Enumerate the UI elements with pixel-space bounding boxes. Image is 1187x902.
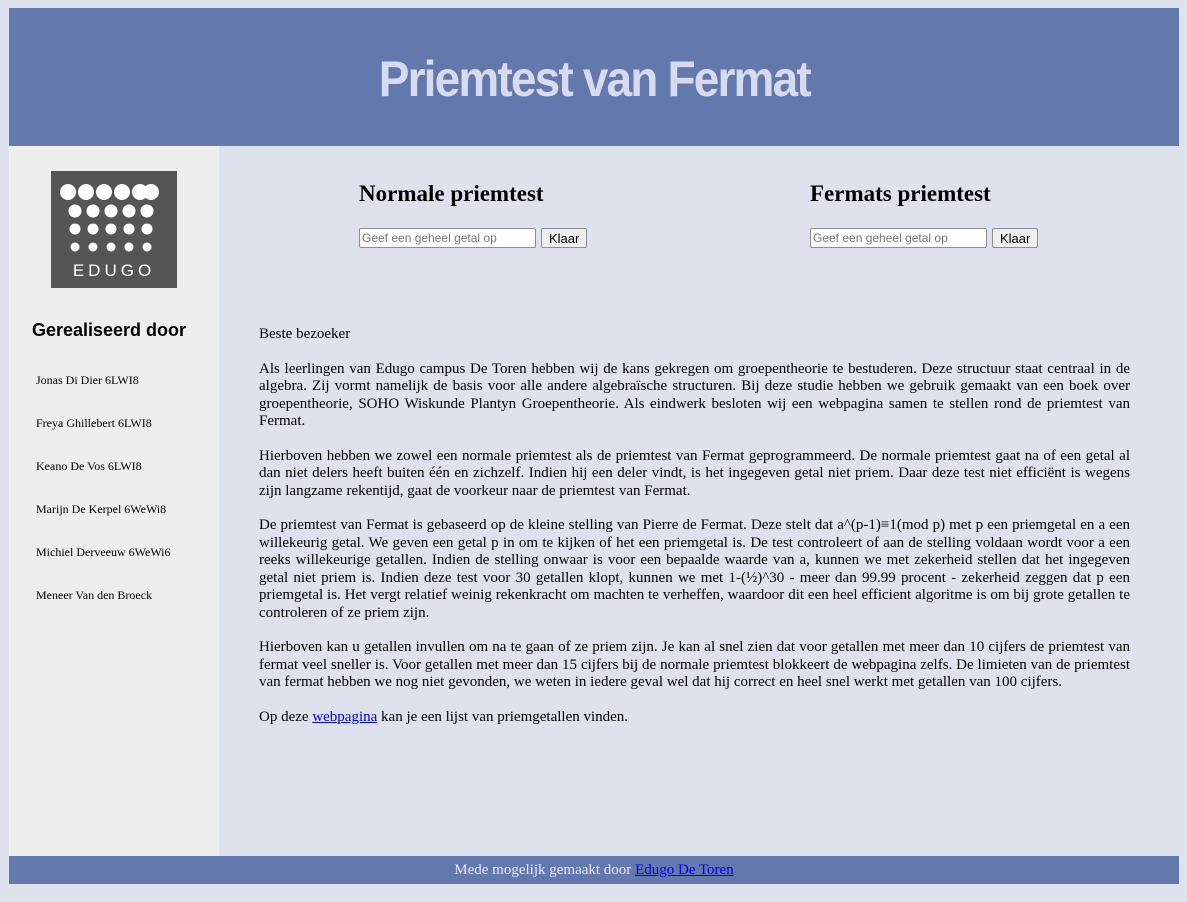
credit-item: Jonas Di Dier 6LWI8 xyxy=(36,373,139,387)
credit-item: Meneer Van den Broeck xyxy=(36,588,153,602)
normal-primetest-panel: Normale priemtest Klaar xyxy=(359,180,588,248)
edugo-logo: EDUGO xyxy=(51,171,177,288)
usage-paragraph: Hierboven kan u getallen invullen om na … xyxy=(259,639,1130,690)
normal-primetest-submit-button[interactable]: Klaar xyxy=(541,228,588,248)
header-banner: Priemtest van Fermat xyxy=(9,8,1179,146)
prime-list-text-after: kan je een lijst van priemgetallen vinde… xyxy=(377,708,629,725)
fermat-primetest-title: Fermats priemtest xyxy=(810,181,991,206)
fermat-explanation-paragraph: De priemtest van Fermat is gebaseerd op … xyxy=(259,517,1130,621)
footer: Mede mogelijk gemaakt door Edugo De Tore… xyxy=(9,856,1179,884)
credit-item: Freya Ghillebert 6LWI8 xyxy=(36,416,152,430)
logo-text: EDUGO xyxy=(73,261,155,280)
main-content: Beste bezoeker Als leerlingen van Edugo … xyxy=(259,326,1130,743)
tests-paragraph: Hierboven hebben we zowel een normale pr… xyxy=(259,447,1130,499)
edugo-logo-graphic: EDUGO xyxy=(60,184,159,280)
normal-primetest-title: Normale priemtest xyxy=(359,181,544,206)
fermat-primetest-input[interactable] xyxy=(810,228,987,248)
credit-item: Michiel Derveeuw 6WeWi6 xyxy=(36,545,171,559)
page-title: Priemtest van Fermat xyxy=(378,51,811,107)
intro-paragraph: Als leerlingen van Edugo campus De Toren… xyxy=(259,360,1130,430)
credit-item: Keano De Vos 6LWI8 xyxy=(36,459,142,473)
sidebar: EDUGO Gerealiseerd door Jonas Di Dier 6L… xyxy=(9,146,219,856)
greeting: Beste bezoeker xyxy=(259,326,351,342)
credits-list: Jonas Di Dier 6LWI8 Freya Ghillebert 6LW… xyxy=(36,373,171,631)
prime-list-paragraph: Op deze webpagina kan je een lijst van p… xyxy=(259,709,1130,727)
prime-list-text-before: Op deze xyxy=(259,708,313,725)
footer-link[interactable]: Edugo De Toren xyxy=(635,862,734,878)
footer-text: Mede mogelijk gemaakt door xyxy=(454,862,636,878)
fermat-primetest-panel: Fermats priemtest Klaar xyxy=(810,180,1039,248)
prime-list-link[interactable]: webpagina xyxy=(312,709,377,725)
fermat-primetest-submit-button[interactable]: Klaar xyxy=(992,228,1039,248)
credit-item: Marijn De Kerpel 6WeWi8 xyxy=(36,502,167,516)
credits-title: Gerealiseerd door xyxy=(31,320,187,340)
normal-primetest-input[interactable] xyxy=(359,228,536,248)
